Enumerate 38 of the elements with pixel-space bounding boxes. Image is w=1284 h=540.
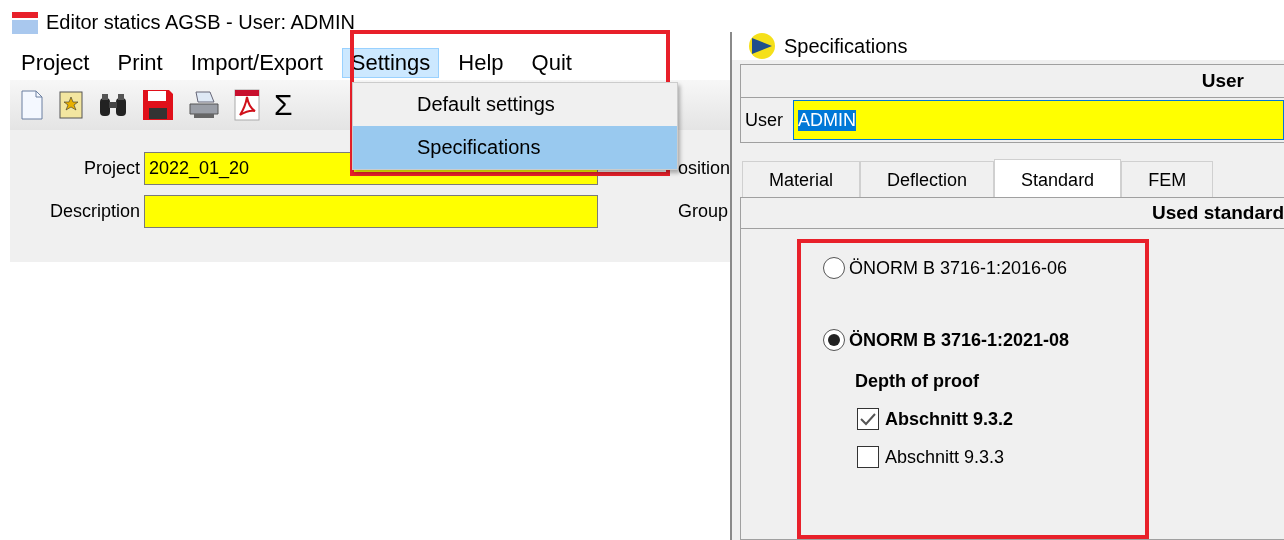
- pdf-icon[interactable]: [234, 89, 260, 121]
- menu-item[interactable]: Specifications: [353, 126, 677, 169]
- radio-label: ÖNORM B 3716-1:2016-06: [849, 257, 1068, 279]
- checkbox-label: Abschnitt 9.3.3: [885, 446, 1005, 468]
- section-header: Used standard: [1152, 202, 1284, 224]
- radio-button[interactable]: [823, 329, 845, 351]
- star-document-icon[interactable]: [58, 90, 84, 120]
- field-label: User: [745, 109, 783, 131]
- group-label: Depth of proof: [855, 371, 980, 392]
- description-field[interactable]: [144, 195, 598, 228]
- menu-item[interactable]: Help: [449, 47, 513, 78]
- checkbox[interactable]: [857, 408, 879, 430]
- tab[interactable]: Material: [742, 161, 861, 197]
- sum-button[interactable]: Σ: [274, 90, 293, 120]
- dialog-title: Specifications: [784, 34, 908, 58]
- tab[interactable]: Standard: [994, 159, 1122, 197]
- tab[interactable]: FEM: [1121, 161, 1214, 197]
- field-label: Project: [82, 158, 140, 179]
- field-label: osition: [677, 158, 731, 179]
- window-title: Editor statics AGSB - User: ADMIN: [46, 11, 355, 34]
- field-label: Description: [48, 201, 140, 222]
- menu-item[interactable]: Settings: [341, 47, 440, 78]
- menu-item[interactable]: Default settings: [353, 83, 677, 126]
- tab[interactable]: Deflection: [860, 161, 995, 197]
- menu-item[interactable]: Project: [12, 47, 99, 78]
- menu-item[interactable]: Import/Export: [181, 47, 332, 78]
- play-icon: [748, 32, 776, 60]
- user-field[interactable]: ADMIN: [793, 100, 1284, 140]
- printer-icon[interactable]: [188, 90, 220, 120]
- menu-item[interactable]: Print: [108, 47, 172, 78]
- checkbox-label: Abschnitt 9.3.2: [885, 408, 1014, 430]
- app-icon: [12, 9, 38, 36]
- menu-item[interactable]: Quit: [522, 47, 581, 78]
- radio-label: ÖNORM B 3716-1:2021-08: [849, 329, 1070, 351]
- checkbox[interactable]: [857, 446, 879, 468]
- field-label: Group: [677, 201, 730, 222]
- section-header: User: [1201, 70, 1244, 92]
- radio-button[interactable]: [823, 257, 845, 279]
